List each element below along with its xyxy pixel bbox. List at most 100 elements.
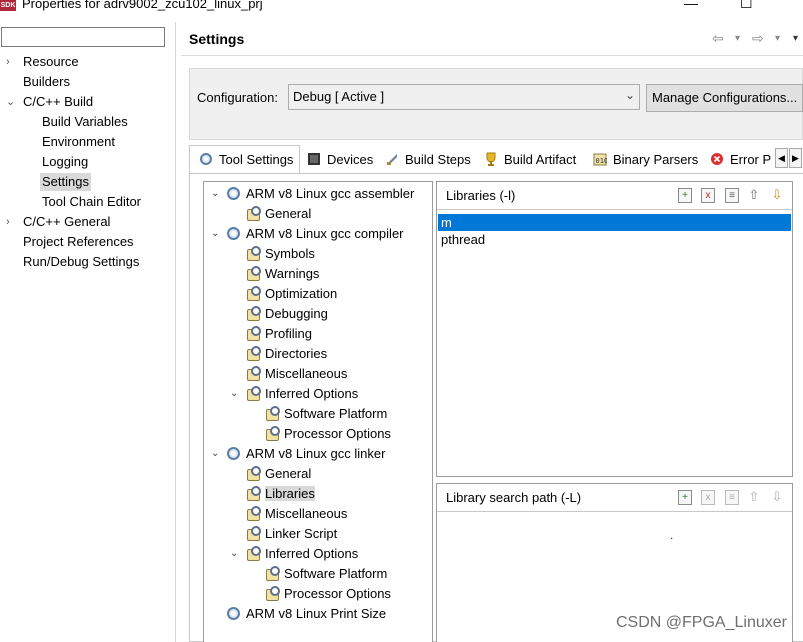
tree-node-label: Directories — [265, 346, 328, 361]
option-category-icon — [246, 286, 261, 301]
chevron-right-icon[interactable]: › — [6, 53, 10, 71]
tree-node-label: Linker Script — [265, 526, 338, 541]
sidebar-item-environment[interactable]: Environment — [42, 133, 115, 151]
sidebar-item-build-variables[interactable]: Build Variables — [42, 113, 128, 131]
option-category-icon — [246, 246, 261, 261]
tree-node-label: Libraries — [265, 486, 315, 501]
tree-node[interactable]: Debugging — [246, 305, 328, 323]
tab-scroll-right-button[interactable]: ▶ — [789, 148, 802, 168]
tree-node-label: Optimization — [265, 286, 338, 301]
move-up-icon[interactable]: ⇧ — [747, 188, 761, 203]
tree-node[interactable]: Software Platform — [265, 565, 387, 583]
libraries-title: Libraries (-l) — [446, 188, 516, 203]
libraries-list: m pthread — [438, 214, 791, 248]
move-up-icon[interactable]: ⇧ — [747, 490, 761, 505]
delete-path-icon[interactable]: x — [701, 490, 715, 505]
tree-node-label: Software Platform — [284, 406, 388, 421]
add-library-icon[interactable]: + — [678, 188, 692, 203]
tree-node[interactable]: Processor Options — [265, 585, 391, 603]
tab-devices[interactable]: Devices — [307, 146, 379, 173]
back-menu-icon[interactable]: ▾ — [735, 33, 740, 44]
sidebar-item-c-c-general[interactable]: C/C++ General — [23, 213, 110, 231]
tree-node[interactable]: Profiling — [246, 325, 312, 343]
delete-library-icon[interactable]: x — [701, 188, 715, 203]
edit-path-icon[interactable]: ≡ — [725, 490, 739, 505]
tree-node-label: ARM v8 Linux Print Size — [246, 606, 387, 621]
list-item[interactable]: m — [438, 214, 791, 231]
option-category-icon — [246, 466, 261, 481]
configuration-select[interactable]: Debug [ Active ] ⌄ — [288, 84, 640, 110]
tree-node[interactable]: Optimization — [246, 285, 337, 303]
chevron-right-icon[interactable]: › — [6, 213, 10, 231]
tree-node[interactable]: Miscellaneous — [246, 365, 347, 383]
view-menu-icon[interactable]: ▾ — [793, 33, 798, 44]
chevron-down-icon[interactable]: ⌄ — [211, 225, 219, 243]
sidebar-item-c-c-build[interactable]: C/C++ Build — [23, 93, 93, 111]
chevron-down-icon[interactable]: ⌄ — [6, 93, 15, 111]
tool-settings-icon — [199, 152, 213, 166]
tree-node[interactable]: Linker Script — [246, 525, 337, 543]
filter-input[interactable] — [1, 27, 165, 47]
tab-label: Error P — [730, 152, 772, 167]
option-category-icon — [246, 486, 261, 501]
tool-icon — [227, 607, 240, 620]
tree-node[interactable]: Symbols — [246, 245, 315, 263]
settings-tabstrip: Tool Settings Devices Build Steps Build … — [189, 145, 803, 173]
tree-node[interactable]: Processor Options — [265, 425, 391, 443]
tree-node[interactable]: ARM v8 Linux gcc assembler — [227, 185, 414, 203]
error-parsers-icon — [710, 152, 724, 166]
chevron-down-icon[interactable]: ⌄ — [211, 185, 219, 203]
chevron-down-icon[interactable]: ⌄ — [230, 385, 238, 403]
tree-node[interactable]: ARM v8 Linux gcc compiler — [227, 225, 404, 243]
list-item[interactable]: pthread — [438, 231, 791, 248]
minimize-button[interactable]: — — [684, 0, 698, 11]
tab-tool-settings[interactable]: Tool Settings — [189, 145, 300, 173]
tree-node[interactable]: General — [246, 205, 311, 223]
tree-node[interactable]: ARM v8 Linux Print Size — [227, 605, 386, 623]
add-path-icon[interactable]: + — [678, 490, 692, 505]
sidebar-item-settings[interactable]: Settings — [40, 173, 91, 191]
sidebar-item-tool-chain-editor[interactable]: Tool Chain Editor — [42, 193, 141, 211]
tree-node[interactable]: Inferred Options — [246, 545, 358, 563]
sidebar-item-resource[interactable]: Resource — [23, 53, 79, 71]
sidebar-item-builders[interactable]: Builders — [23, 73, 70, 91]
sidebar-item-project-references[interactable]: Project References — [23, 233, 134, 251]
option-category-icon — [246, 266, 261, 281]
window-titlebar: SDK Properties for adrv9002_zcu102_linux… — [0, 0, 803, 14]
sidebar-item-logging[interactable]: Logging — [42, 153, 88, 171]
tree-node-label: Symbols — [265, 246, 315, 261]
tab-label: Build Artifact — [504, 152, 577, 167]
watermark: CSDN @FPGA_Linuxer — [616, 614, 787, 631]
tab-binary-parsers[interactable]: 010 Binary Parsers — [593, 146, 705, 173]
manage-configurations-button[interactable]: Manage Configurations... — [646, 84, 803, 112]
tab-build-steps[interactable]: Build Steps — [385, 146, 477, 173]
option-category-icon — [246, 306, 261, 321]
tree-node[interactable]: Directories — [246, 345, 327, 363]
forward-arrow-icon[interactable]: ⇨ — [752, 30, 764, 47]
tree-node[interactable]: Libraries — [246, 485, 315, 503]
sidebar-item-run-debug-settings[interactable]: Run/Debug Settings — [23, 253, 139, 271]
option-category-icon — [265, 426, 280, 441]
edit-library-icon[interactable]: ≡ — [725, 188, 739, 203]
tree-node[interactable]: General — [246, 465, 311, 483]
tree-node-label: Processor Options — [284, 586, 391, 601]
option-category-icon — [246, 206, 261, 221]
tab-build-artifact[interactable]: Build Artifact — [484, 146, 588, 173]
forward-menu-icon[interactable]: ▾ — [775, 33, 780, 44]
tree-node[interactable]: Inferred Options — [246, 385, 358, 403]
back-arrow-icon[interactable]: ⇦ — [712, 30, 724, 47]
chevron-down-icon[interactable]: ⌄ — [230, 545, 238, 563]
tree-node[interactable]: Warnings — [246, 265, 319, 283]
tab-label: Tool Settings — [219, 152, 294, 167]
tab-error-parsers[interactable]: Error P — [710, 146, 776, 173]
tree-node[interactable]: Software Platform — [265, 405, 387, 423]
tab-scroll-left-button[interactable]: ◀ — [775, 148, 788, 168]
move-down-icon[interactable]: ⇩ — [770, 490, 784, 505]
sdk-app-icon: SDK — [0, 0, 16, 11]
chevron-down-icon[interactable]: ⌄ — [211, 445, 219, 463]
tree-node-label: Inferred Options — [265, 546, 359, 561]
move-down-icon[interactable]: ⇩ — [770, 188, 784, 203]
tree-node[interactable]: Miscellaneous — [246, 505, 347, 523]
tree-node[interactable]: ARM v8 Linux gcc linker — [227, 445, 385, 463]
maximize-button[interactable]: ☐ — [740, 0, 753, 12]
